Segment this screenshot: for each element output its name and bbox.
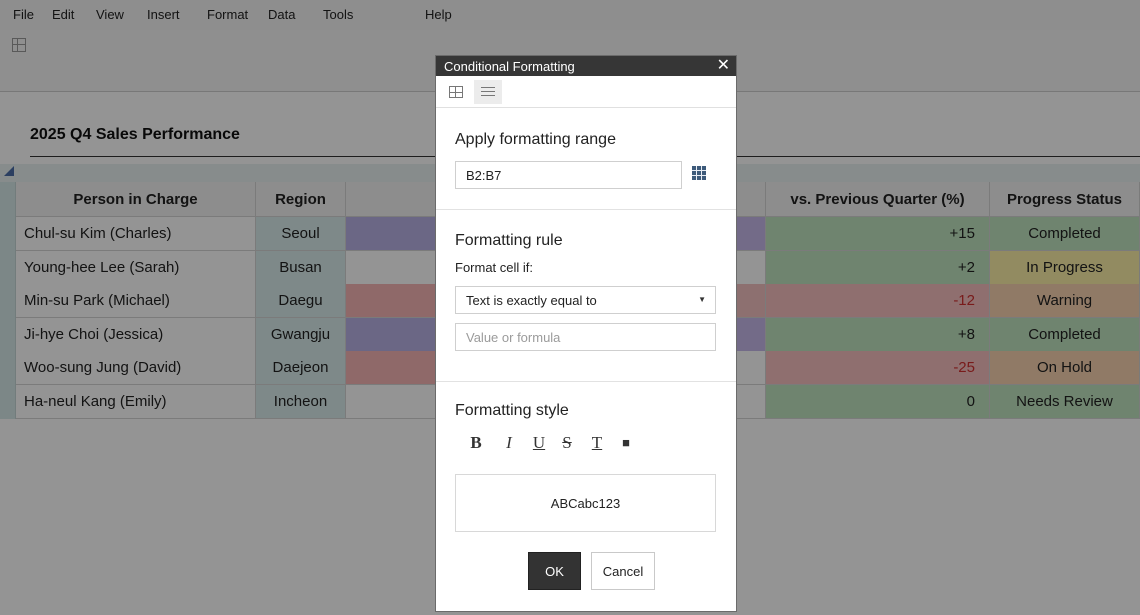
formatting-rule-label: Formatting rule [455,232,563,249]
dialog-title: Conditional Formatting [444,59,575,74]
format-cell-if-label: Format cell if: [455,260,534,275]
style-preview: ABCabc123 [455,474,716,532]
italic-button[interactable]: I [500,433,518,453]
cancel-button[interactable]: Cancel [591,552,655,590]
conditional-formatting-dialog: Conditional Formatting ✕ Apply formattin… [435,55,737,612]
grid-icon [449,86,463,98]
range-input[interactable]: B2:B7 [455,161,682,189]
ok-button[interactable]: OK [528,552,581,590]
tab-list[interactable] [474,80,502,104]
dialog-tabs [436,76,736,108]
fill-color-button[interactable]: ■ [617,433,635,453]
dialog-titlebar: Conditional Formatting ✕ [436,56,736,76]
tab-grid[interactable] [442,80,470,104]
list-icon [481,87,495,97]
bold-button[interactable]: B [467,433,485,453]
condition-value: Text is exactly equal to [466,293,597,308]
text-color-button[interactable]: T [588,433,606,453]
chevron-down-icon: ▼ [698,295,706,304]
condition-select[interactable]: Text is exactly equal to ▼ [455,286,716,314]
section-divider [436,209,736,210]
range-picker-icon[interactable] [692,166,706,180]
value-formula-input[interactable]: Value or formula [455,323,716,351]
section-divider [436,381,736,382]
close-icon[interactable]: ✕ [717,57,730,75]
underline-button[interactable]: U [530,433,548,453]
formatting-style-label: Formatting style [455,402,569,419]
strikethrough-button[interactable]: S [558,433,576,453]
apply-range-label: Apply formatting range [455,131,616,148]
